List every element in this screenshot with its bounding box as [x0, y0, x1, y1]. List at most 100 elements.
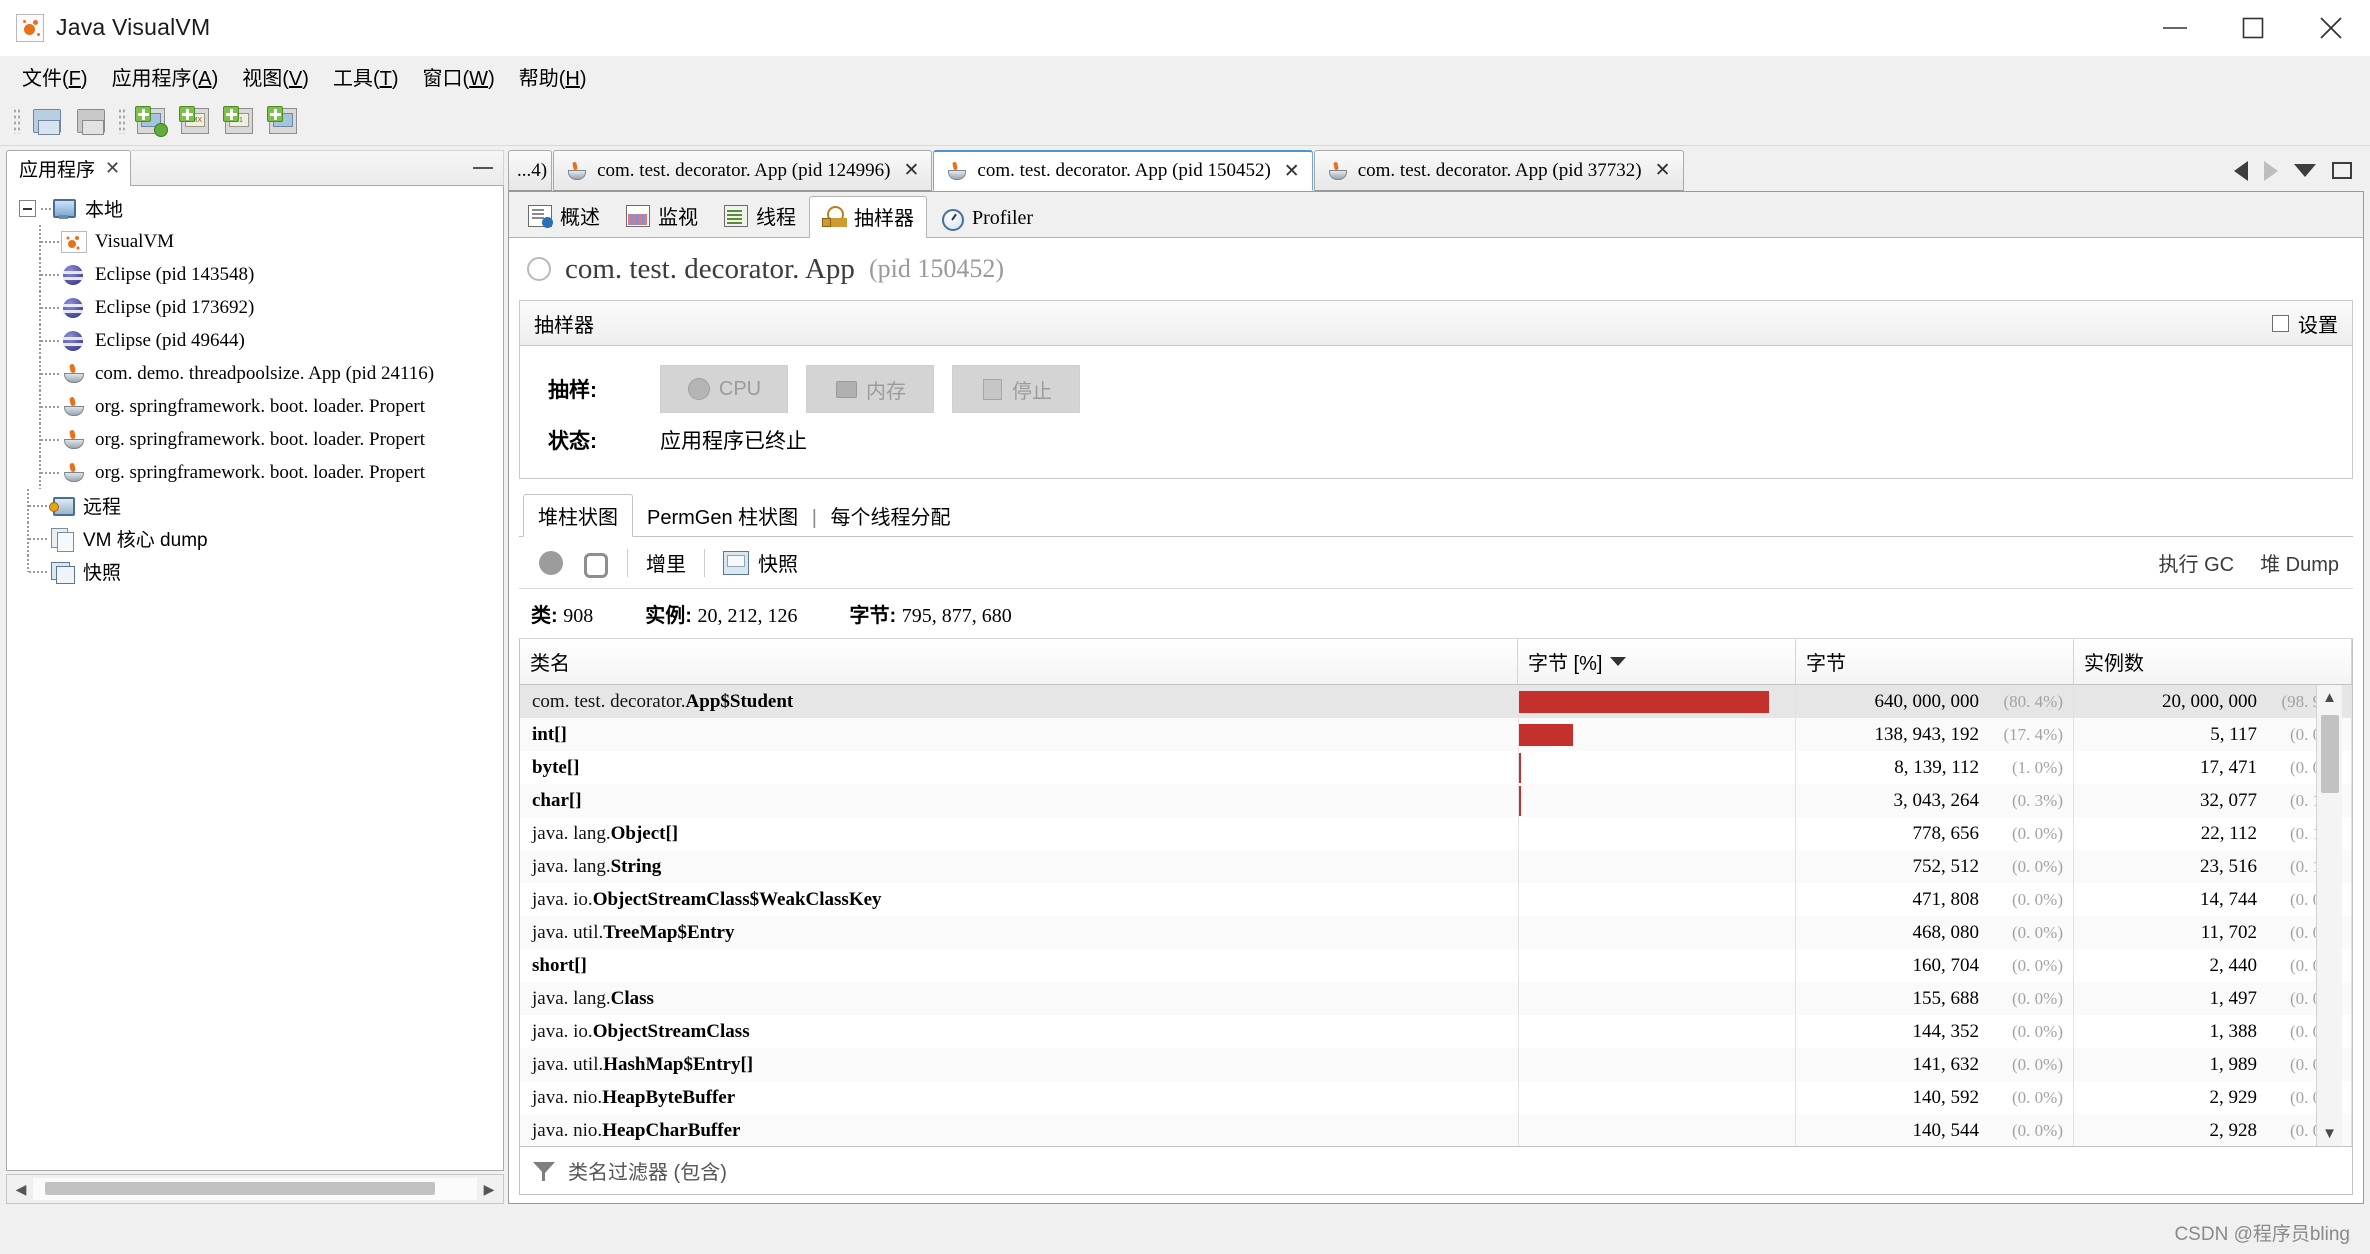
memory-sample-button[interactable]: 内存 [806, 365, 934, 413]
refresh-button[interactable] [573, 551, 619, 578]
snapshot-button[interactable]: 快照 [713, 548, 808, 577]
column-header-instances[interactable]: 实例数 [2074, 639, 2352, 684]
add-remote-host-button[interactable] [133, 102, 171, 140]
tree-node-local[interactable]: 本地 [7, 192, 503, 225]
maximize-panel-icon[interactable] [2332, 162, 2352, 179]
tab-threads[interactable]: 线程 [711, 195, 809, 237]
tree-node-eclipse-49644[interactable]: Eclipse (pid 49644) [7, 324, 503, 357]
scroll-track[interactable] [33, 1178, 477, 1200]
tree-node-eclipse-143548[interactable]: Eclipse (pid 143548) [7, 258, 503, 291]
scroll-down-icon[interactable]: ▼ [2322, 1121, 2337, 1146]
table-row[interactable]: byte[] 8, 139, 112 (1. 0%) 17, 471(0. 0%) [520, 751, 2352, 784]
cell-bytes: 752, 512 (0. 0%) [1796, 850, 2074, 883]
tab-permgen-histogram[interactable]: PermGen 柱状图 | 每个线程分配 [633, 495, 964, 536]
add-vm-coredump-button[interactable]: 01 [221, 102, 259, 140]
tab-app-124996[interactable]: com. test. decorator. App (pid 124996) ✕ [553, 150, 933, 191]
tab-app-37732[interactable]: com. test. decorator. App (pid 37732) ✕ [1313, 150, 1684, 191]
table-row[interactable]: java. io. ObjectStreamClass 144, 352 (0. 0%… [520, 1015, 2352, 1048]
close-icon[interactable]: ✕ [1280, 160, 1300, 183]
table-row[interactable]: java. io. ObjectStreamClass$WeakClassKey 4… [520, 883, 2352, 916]
funnel-icon[interactable] [532, 1159, 556, 1183]
applications-tree[interactable]: 本地 VisualVM Eclipse (pid 143548) Eclipse… [6, 186, 504, 1171]
tab-monitor[interactable]: 监视 [613, 195, 711, 237]
scroll-tabs-left-icon[interactable] [2234, 160, 2248, 181]
cell-class-name: java. util. HashMap$Entry[] [520, 1048, 1518, 1081]
class-package: java. nio. [532, 1086, 603, 1108]
tab-app-partial[interactable]: ...4) [508, 150, 553, 191]
scroll-up-icon[interactable]: ▲ [2322, 685, 2337, 710]
table-row[interactable]: java. util. TreeMap$Entry 468, 080 (0. 0%) 1… [520, 916, 2352, 949]
tree-node-eclipse-173692[interactable]: Eclipse (pid 173692) [7, 291, 503, 324]
table-row[interactable]: java. nio. HeapCharBuffer 140, 544 (0. 0%) 2… [520, 1114, 2352, 1146]
java-icon [566, 161, 588, 181]
maximize-button[interactable] [2214, 0, 2292, 55]
scroll-thumb[interactable] [2320, 715, 2339, 793]
heap-dump-button[interactable]: 堆 Dump [2260, 548, 2339, 577]
close-icon[interactable]: ✕ [105, 158, 120, 179]
tree-node-visualvm[interactable]: VisualVM [7, 225, 503, 258]
sidebar-horizontal-scrollbar[interactable]: ◀ ▶ [6, 1174, 504, 1204]
table-row[interactable]: short[] 160, 704 (0. 0%) 2, 440(0. 0%) [520, 949, 2352, 982]
table-row[interactable]: char[] 3, 043, 264 (0. 3%) 32, 077(0. 1%) [520, 784, 2352, 817]
tree-node-remote[interactable]: 远程 [7, 489, 503, 522]
tab-app-150452[interactable]: com. test. decorator. App (pid 150452) ✕ [933, 150, 1313, 191]
settings-checkbox[interactable] [2272, 314, 2289, 332]
tab-profiler[interactable]: Profiler [927, 201, 1046, 237]
tab-list-dropdown-icon[interactable] [2294, 164, 2316, 177]
delta-button[interactable]: 增里 [636, 548, 696, 577]
table-row[interactable]: java. util. HashMap$Entry[] 141, 632 (0. 0%… [520, 1048, 2352, 1081]
tree-node-springboot-2[interactable]: org. springframework. boot. loader. Prop… [7, 423, 503, 456]
tab-applications[interactable]: 应用程序 ✕ [6, 150, 132, 186]
tree-node-vm-coredump[interactable]: VM 核心 dump [7, 522, 503, 555]
settings-label[interactable]: 设置 [2298, 309, 2338, 338]
close-icon[interactable]: ✕ [1651, 159, 1671, 182]
perform-gc-button[interactable]: 执行 GC [2159, 548, 2235, 577]
menu-tools[interactable]: 工具(T) [321, 60, 411, 93]
table-body[interactable]: com. test. decorator. App$Student 640, 000… [520, 685, 2352, 1146]
close-button[interactable] [2292, 0, 2370, 55]
tab-sampler[interactable]: 抽样器 [809, 196, 927, 238]
save-snapshot-button[interactable] [28, 102, 66, 140]
tree-node-springboot-3[interactable]: org. springframework. boot. loader. Prop… [7, 456, 503, 489]
column-header-class-name[interactable]: 类名 [520, 639, 1518, 684]
table-row[interactable]: java. lang. Class 155, 688 (0. 0%) 1, 497 (0.… [520, 982, 2352, 1015]
add-snapshot-button[interactable] [265, 102, 303, 140]
minimize-button[interactable] [2136, 0, 2214, 55]
cell-bytes: 155, 688 (0. 0%) [1796, 982, 2074, 1015]
menu-file[interactable]: 文件(F) [10, 60, 100, 93]
scroll-tabs-right-icon[interactable] [2264, 160, 2278, 181]
add-jmx-connection-button[interactable]: JMX [177, 102, 215, 140]
bytes-percent: (0. 0%) [2012, 1021, 2063, 1041]
menu-applications[interactable]: 应用程序(A) [100, 60, 231, 93]
toolbar-grip[interactable] [13, 107, 20, 134]
minimize-dock-icon[interactable] [473, 167, 493, 169]
tab-overview[interactable]: 概述 [515, 195, 613, 237]
table-row[interactable]: int[] 138, 943, 192 (17. 4%) 5, 117(0. 0%) [520, 718, 2352, 751]
stop-refresh-button[interactable] [529, 550, 573, 575]
class-name-filter[interactable]: 类名过滤器 (包含) [519, 1147, 2353, 1195]
menu-view[interactable]: 视图(V) [230, 60, 321, 93]
stop-sample-button[interactable]: ✕ 停止 [952, 365, 1080, 413]
table-vertical-scrollbar[interactable]: ▲ ▼ [2316, 685, 2342, 1146]
save-all-button[interactable] [72, 102, 110, 140]
close-icon[interactable]: ✕ [899, 159, 919, 182]
scroll-right-icon[interactable]: ▶ [477, 1178, 501, 1200]
column-header-bytes-pct[interactable]: 字节 [%] [1518, 639, 1796, 684]
tree-node-threadpoolsize-app[interactable]: com. demo. threadpoolsize. App (pid 2411… [7, 357, 503, 390]
table-row[interactable]: java. nio. HeapByteBuffer 140, 592 (0. 0%) 2… [520, 1081, 2352, 1114]
table-row[interactable]: java. lang. Object[] 778, 656 (0. 0%) 22, 11… [520, 817, 2352, 850]
table-row[interactable]: com. test. decorator. App$Student 640, 000… [520, 685, 2352, 718]
collapse-icon[interactable] [19, 200, 36, 217]
bytes-stat: 字节: 795, 877, 680 [849, 599, 1011, 628]
scroll-thumb[interactable] [45, 1182, 435, 1195]
tree-node-snapshots[interactable]: 快照 [7, 555, 503, 588]
scroll-left-icon[interactable]: ◀ [9, 1178, 33, 1200]
menu-help[interactable]: 帮助(H) [507, 60, 599, 93]
toolbar-grip-2[interactable] [118, 107, 125, 134]
column-header-bytes[interactable]: 字节 [1796, 639, 2074, 684]
tab-heap-histogram[interactable]: 堆柱状图 [523, 494, 633, 537]
tree-node-springboot-1[interactable]: org. springframework. boot. loader. Prop… [7, 390, 503, 423]
menu-window[interactable]: 窗口(W) [411, 60, 507, 93]
cpu-sample-button[interactable]: CPU [660, 365, 788, 413]
table-row[interactable]: java. lang. String 752, 512 (0. 0%) 23, 516(… [520, 850, 2352, 883]
